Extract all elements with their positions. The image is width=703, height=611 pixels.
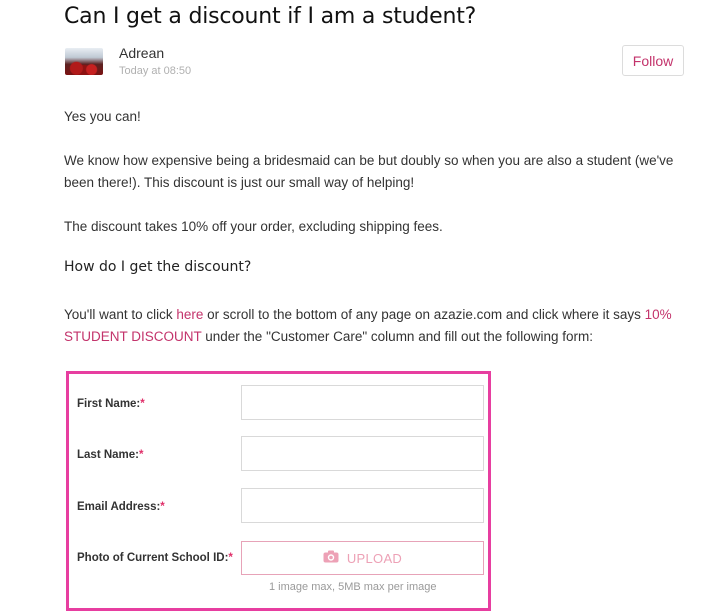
- paragraph-discount-amount: The discount takes 10% off your order, e…: [64, 219, 443, 234]
- last-name-field: [241, 436, 484, 471]
- here-link[interactable]: here: [176, 307, 203, 322]
- upload-label: UPLOAD: [346, 550, 403, 566]
- required-mark: *: [139, 449, 144, 461]
- upload-button: UPLOAD: [241, 541, 484, 575]
- paragraph-reason: We know how expensive being a bridesmaid…: [64, 153, 674, 190]
- required-mark: *: [228, 552, 233, 564]
- author-name[interactable]: Adrean: [119, 45, 164, 61]
- follow-button[interactable]: Follow: [622, 45, 684, 76]
- first-name-label: First Name:*: [77, 398, 145, 410]
- student-discount-form-image: First Name:* Last Name:* Email Address:*…: [66, 371, 491, 611]
- first-name-field: [241, 385, 484, 420]
- email-field: [241, 488, 484, 523]
- instructions-text: or scroll to the bottom of any page on a…: [203, 307, 645, 322]
- upload-hint: 1 image max, 5MB max per image: [269, 581, 437, 593]
- last-name-label: Last Name:*: [77, 449, 144, 461]
- instructions-text: under the "Customer Care" column and fil…: [201, 329, 594, 344]
- post-timestamp: Today at 08:50: [119, 65, 192, 77]
- paragraph-intro: Yes you can!: [64, 109, 141, 124]
- camera-icon: [323, 550, 339, 566]
- paragraph-instructions: You'll want to click here or scroll to t…: [64, 304, 684, 348]
- required-mark: *: [140, 398, 145, 410]
- email-label: Email Address:*: [77, 501, 165, 513]
- photo-label: Photo of Current School ID:*: [77, 552, 233, 564]
- section-heading: How do I get the discount?: [64, 259, 252, 275]
- avatar[interactable]: [65, 48, 103, 75]
- article-title: Can I get a discount if I am a student?: [64, 4, 477, 29]
- instructions-text: You'll want to click: [64, 307, 177, 322]
- required-mark: *: [160, 501, 165, 513]
